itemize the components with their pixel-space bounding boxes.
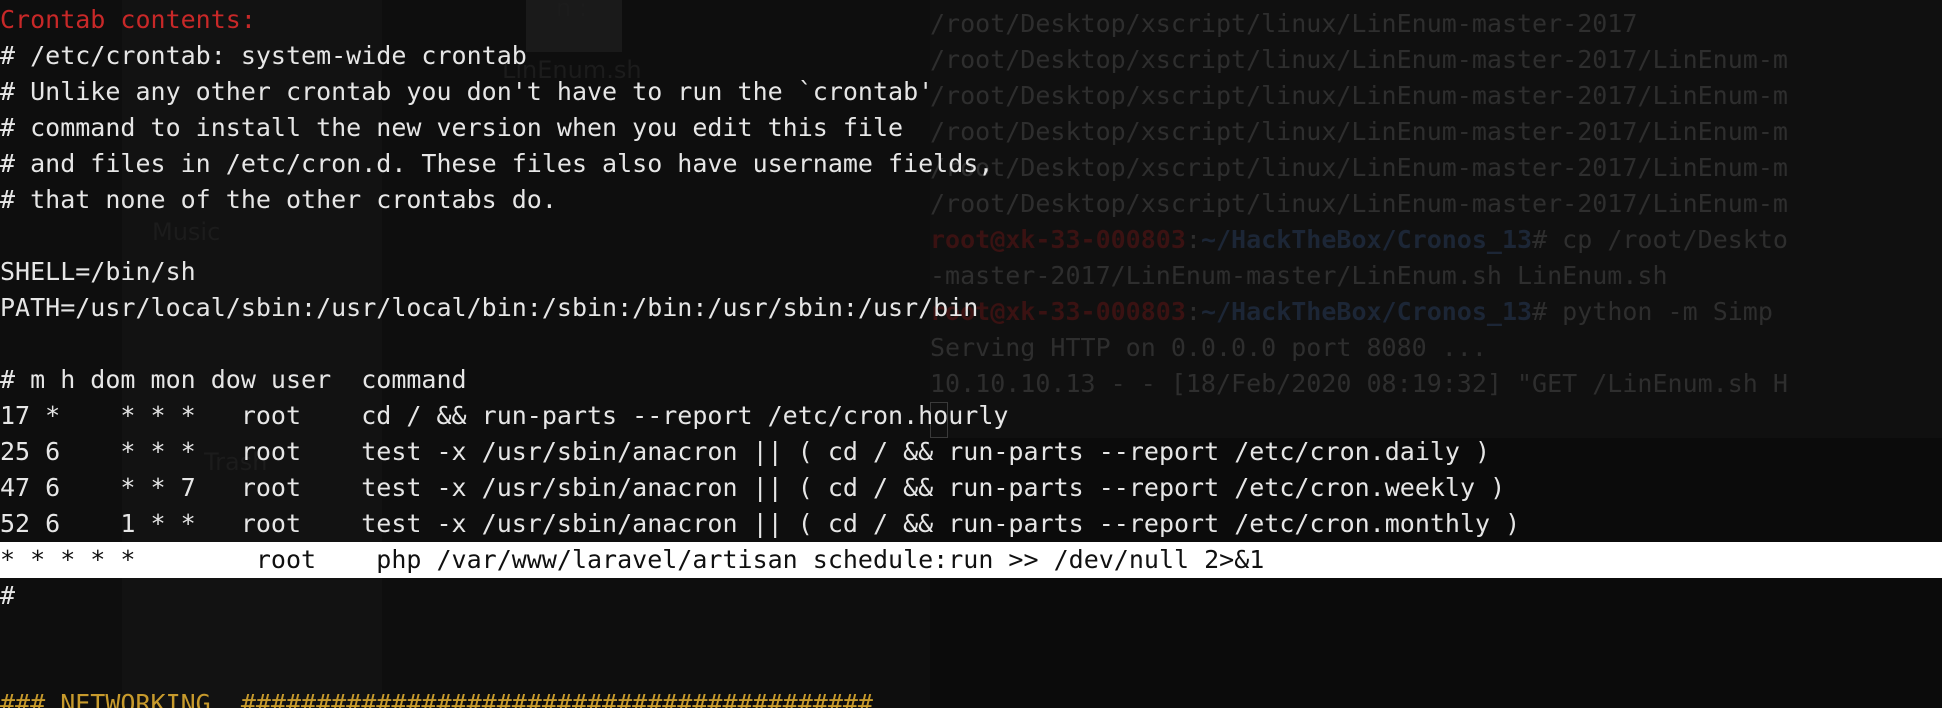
crontab-column-header: # m h dom mon dow user command	[0, 365, 467, 394]
prompt-path: ~/HackTheBox/Cronos_13	[1200, 297, 1533, 326]
crontab-shell: SHELL=/bin/sh	[0, 257, 196, 286]
crontab-entry: 17 * * * * root cd / && run-parts --repo…	[0, 401, 1009, 430]
crontab-comment: # command to install the new version whe…	[0, 113, 904, 142]
bg-terminal-line: /root/Desktop/xscript/linux/LinEnum-mast…	[930, 45, 1788, 74]
prompt-separator: :	[1185, 297, 1201, 326]
crontab-entry-highlighted[interactable]: * * * * * root php /var/www/laravel/arti…	[0, 542, 1942, 578]
file-manager-tab-label: n :	[556, 0, 587, 22]
crontab-entry: 25 6 * * * root test -x /usr/sbin/anacro…	[0, 437, 1491, 466]
crontab-header: Crontab contents:	[0, 5, 256, 34]
networking-section-header: ### NETWORKING #########################…	[0, 689, 873, 708]
prompt-separator: :	[1185, 225, 1201, 254]
crontab-trailing-comment: #	[0, 581, 16, 610]
bg-terminal-line: /root/Desktop/xscript/linux/LinEnum-mast…	[930, 117, 1788, 146]
prompt-user: root@xk-33-000803	[930, 225, 1186, 254]
bg-terminal-line: /root/Desktop/xscript/linux/LinEnum-mast…	[930, 153, 1788, 182]
bg-terminal-line: 10.10.10.13 - - [18/Feb/2020 08:19:32] "…	[930, 369, 1788, 398]
crontab-entry: 47 6 * * 7 root test -x /usr/sbin/anacro…	[0, 473, 1506, 502]
prompt-command: # cp /root/Deskto	[1532, 225, 1788, 254]
bg-terminal-line: /root/Desktop/xscript/linux/LinEnum-mast…	[930, 189, 1788, 218]
prompt-path: ~/HackTheBox/Cronos_13	[1200, 225, 1533, 254]
sidebar-item-music: Music	[152, 218, 221, 246]
screen: n : LinEnum.sh Music Trash /root/Desktop…	[0, 0, 1942, 708]
bg-terminal-prompt: root@xk-33-000803:~/HackTheBox/Cronos_13…	[930, 222, 1788, 258]
bg-terminal-line: Serving HTTP on 0.0.0.0 port 8080 ...	[930, 333, 1487, 362]
crontab-comment: # Unlike any other crontab you don't hav…	[0, 77, 934, 106]
bg-terminal-line: /root/Desktop/xscript/linux/LinEnum-mast…	[930, 81, 1788, 110]
crontab-path: PATH=/usr/local/sbin:/usr/local/bin:/sbi…	[0, 293, 979, 322]
crontab-comment: # /etc/crontab: system-wide crontab	[0, 41, 527, 70]
crontab-entry: 52 6 1 * * root test -x /usr/sbin/anacro…	[0, 509, 1521, 538]
bg-terminal-line: /root/Desktop/xscript/linux/LinEnum-mast…	[930, 9, 1638, 38]
bg-terminal-line: -master-2017/LinEnum-master/LinEnum.sh L…	[930, 261, 1668, 290]
prompt-command: # python -m Simp	[1532, 297, 1773, 326]
crontab-comment: # that none of the other crontabs do.	[0, 185, 557, 214]
crontab-comment: # and files in /etc/cron.d. These files …	[0, 149, 994, 178]
bg-terminal-prompt: root@xk-33-000803:~/HackTheBox/Cronos_13…	[930, 294, 1773, 330]
